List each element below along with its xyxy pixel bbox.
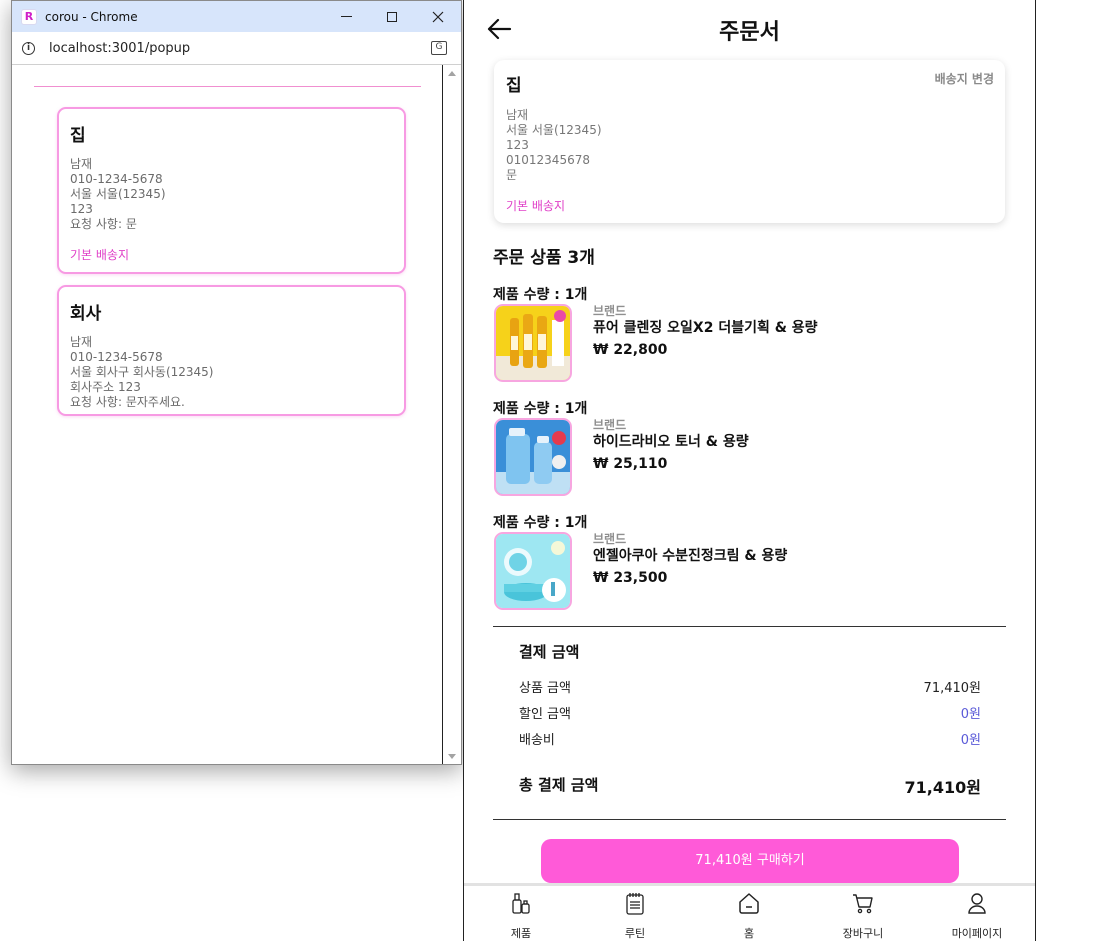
- window-title: corou - Chrome: [45, 9, 138, 24]
- nav-item-routine[interactable]: 루틴: [595, 891, 675, 941]
- url-text[interactable]: localhost:3001/popup: [49, 41, 190, 56]
- product-image[interactable]: [494, 418, 572, 496]
- address-line: 010-1234-5678: [70, 350, 163, 364]
- nav-item-mypage[interactable]: 마이페이지: [937, 891, 1017, 941]
- address-line: 남재: [70, 157, 93, 171]
- shipping-line: 문: [506, 168, 518, 182]
- product-price: ₩ 22,800: [593, 342, 668, 358]
- nav-item-cart[interactable]: 장바구니: [823, 891, 903, 941]
- products-section-title: 주문 상품 3개: [493, 248, 595, 268]
- cart-icon: [853, 894, 873, 914]
- product-quantity: 제품 수량 : 1개: [493, 401, 588, 417]
- product-name: 엔젤아쿠아 수분진정크림 & 용량: [593, 548, 788, 564]
- nav-label: 홈: [743, 927, 755, 940]
- payment-row-discount: 할인 금액 0원: [519, 703, 981, 722]
- minimize-button[interactable]: [323, 1, 369, 32]
- address-card-office[interactable]: 회사 남재 010-1234-5678 서울 회사구 회사동(12345) 회사…: [57, 285, 406, 416]
- address-line: 요청 사항: 문자주세요.: [70, 395, 185, 409]
- product-name: 퓨어 클렌징 오일X2 더블기획 & 용량: [593, 320, 818, 336]
- translate-icon[interactable]: G: [431, 41, 447, 55]
- site-info-icon[interactable]: i: [22, 41, 35, 55]
- shipping-line: 123: [506, 138, 529, 152]
- product-name: 하이드라비오 토너 & 용량: [593, 434, 749, 450]
- address-name: 집: [70, 126, 86, 146]
- product-item[interactable]: 제품 수량 : 1개 브랜드 하이드라비오 토너 & 용량 ₩ 25,110: [493, 398, 993, 498]
- page-title: 주문서: [719, 20, 780, 45]
- purchase-button[interactable]: 71,410원 구매하기: [541, 839, 959, 883]
- payment-label: 할인 금액: [519, 707, 571, 722]
- product-quantity: 제품 수량 : 1개: [493, 515, 588, 531]
- maximize-button[interactable]: [369, 1, 415, 32]
- payment-label: 상품 금액: [519, 681, 571, 696]
- popup-content: 집 남재 010-1234-5678 서울 서울(12345) 123 요청 사…: [12, 65, 443, 764]
- app-logo-icon: R: [21, 8, 37, 25]
- product-item[interactable]: 제품 수량 : 1개 브랜드 퓨어 클렌징 오일X2 더블기획 & 용량 ₩ 2…: [493, 284, 993, 384]
- payment-label: 배송비: [519, 733, 555, 748]
- order-app: 주문서 집 배송지 변경 남재 서울 서울(12345) 123 0101234…: [463, 0, 1036, 941]
- product-price: ₩ 25,110: [593, 456, 668, 472]
- payment-value: 71,410원: [923, 681, 981, 696]
- payment-title: 결제 금액: [519, 643, 580, 661]
- payment-row-shipping: 배송비 0원: [519, 729, 981, 748]
- shipping-line: 서울 서울(12345): [506, 123, 602, 137]
- product-item[interactable]: 제품 수량 : 1개 브랜드 엔젤아쿠아 수분진정크림 & 용량 ₩ 23,50…: [493, 512, 993, 612]
- nav-label: 마이페이지: [951, 927, 1003, 940]
- minimize-icon: [340, 16, 352, 17]
- default-address-label: 기본 배송지: [70, 248, 130, 262]
- nav-item-home[interactable]: 홈: [709, 891, 789, 941]
- address-line: 서울 서울(12345): [70, 187, 166, 201]
- address-line: 서울 회사구 회사동(12345): [70, 365, 214, 379]
- payment-value: 0원: [960, 707, 981, 722]
- product-price: ₩ 23,500: [593, 570, 668, 586]
- address-line: 010-1234-5678: [70, 172, 163, 186]
- payment-row-subtotal: 상품 금액 71,410원: [519, 677, 981, 696]
- total-label: 총 결제 금액: [519, 776, 599, 794]
- scroll-down-icon[interactable]: [448, 754, 456, 759]
- payment-total-row: 총 결제 금액 71,410원: [519, 774, 981, 797]
- change-address-button[interactable]: 배송지 변경: [935, 70, 994, 87]
- app-header: 주문서: [464, 0, 1035, 58]
- address-line: 요청 사항: 문: [70, 217, 137, 231]
- divider: [493, 819, 1006, 820]
- address-bar[interactable]: i localhost:3001/popup G: [12, 32, 461, 65]
- default-address-label: 기본 배송지: [506, 199, 566, 213]
- nav-item-products[interactable]: 제품: [481, 891, 561, 941]
- product-image[interactable]: [494, 304, 572, 382]
- address-line: 회사주소 123: [70, 380, 141, 394]
- address-line: 123: [70, 202, 93, 216]
- scroll-up-icon[interactable]: [448, 71, 456, 76]
- address-card-home[interactable]: 집 남재 010-1234-5678 서울 서울(12345) 123 요청 사…: [57, 107, 406, 274]
- nav-label: 제품: [510, 927, 532, 940]
- nav-label: 루틴: [624, 927, 646, 940]
- shipping-address-card: 집 배송지 변경 남재 서울 서울(12345) 123 01012345678…: [494, 60, 1005, 223]
- payment-value: 0원: [960, 733, 981, 748]
- divider: [34, 86, 421, 87]
- product-image[interactable]: [494, 532, 572, 610]
- address-name: 회사: [70, 304, 102, 324]
- bottom-navigation: 제품 루틴 홈 장바구니 마이페이지: [464, 883, 1035, 941]
- divider: [493, 626, 1006, 627]
- nav-label: 장바구니: [842, 927, 884, 940]
- notepad-icon: [626, 893, 644, 915]
- maximize-icon: [387, 11, 397, 22]
- address-line: 남재: [70, 335, 93, 349]
- shipping-line: 01012345678: [506, 153, 590, 167]
- product-quantity: 제품 수량 : 1개: [493, 287, 588, 303]
- window-titlebar[interactable]: R corou - Chrome: [12, 1, 461, 32]
- shipping-name: 집: [506, 76, 522, 96]
- close-button[interactable]: [415, 1, 461, 32]
- home-icon: [739, 893, 759, 914]
- scrollbar[interactable]: [443, 65, 461, 764]
- bottles-icon: [512, 893, 530, 914]
- shipping-line: 남재: [506, 108, 529, 122]
- total-value: 71,410원: [904, 778, 981, 797]
- user-icon: [968, 893, 986, 914]
- chrome-popup-window: R corou - Chrome i localhost:3001/popup …: [11, 0, 462, 765]
- close-icon: [432, 11, 444, 22]
